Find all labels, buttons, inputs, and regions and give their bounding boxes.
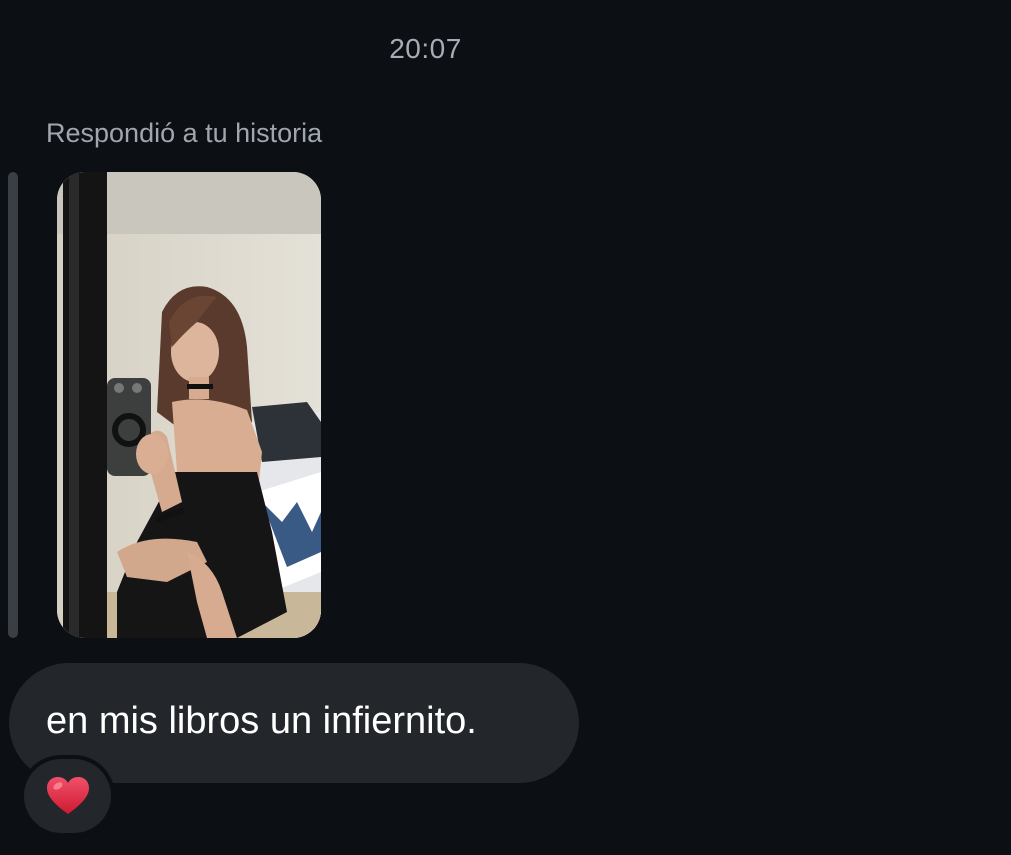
message-timestamp: 20:07	[389, 33, 462, 64]
story-image-icon	[57, 172, 321, 638]
story-thumbnail[interactable]	[57, 172, 321, 638]
message-text: en mis libros un infiernito.	[46, 700, 477, 742]
red-heart-icon	[46, 777, 89, 814]
chat-screen: 20:07 Respondió a tu historia en mis lib…	[0, 0, 1011, 855]
reaction-badge[interactable]	[24, 759, 111, 833]
story-reply-label: Respondió a tu historia	[46, 118, 323, 148]
reply-indicator-bar	[8, 172, 18, 638]
